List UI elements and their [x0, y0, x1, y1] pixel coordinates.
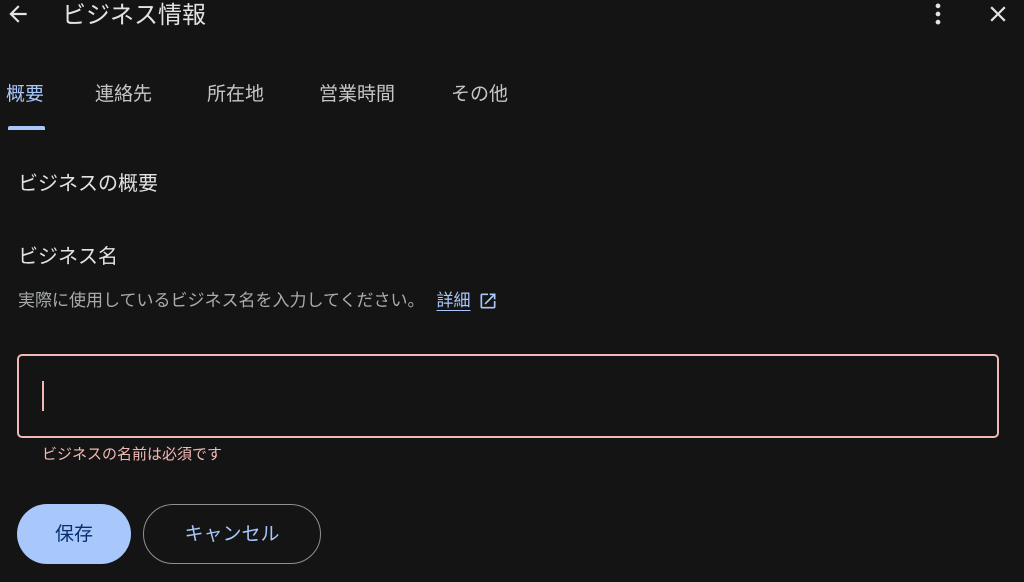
tab-overview[interactable]: 概要 [6, 74, 44, 114]
cancel-button[interactable]: キャンセル [143, 504, 321, 564]
tab-contact[interactable]: 連絡先 [95, 74, 152, 114]
save-button[interactable]: 保存 [17, 504, 131, 564]
text-caret [42, 381, 44, 411]
arrow-back-icon [5, 1, 31, 31]
business-name-input-container [17, 354, 999, 438]
tab-location[interactable]: 所在地 [207, 74, 264, 114]
open-in-new-icon[interactable] [478, 291, 498, 311]
active-tab-indicator [8, 126, 45, 130]
more-vert-icon [925, 0, 951, 32]
close-button[interactable] [984, 2, 1012, 30]
tab-hours[interactable]: 営業時間 [319, 74, 395, 114]
business-name-label: ビジネス名 [18, 244, 118, 268]
tab-more[interactable]: その他 [451, 74, 508, 114]
section-title: ビジネスの概要 [18, 171, 158, 195]
close-icon [985, 1, 1011, 31]
panel-title: ビジネス情報 [62, 1, 206, 29]
business-name-input[interactable] [19, 356, 997, 436]
learn-more-link[interactable]: 詳細 [436, 287, 470, 315]
business-name-help: 実際に使用しているビジネス名を入力してください。 詳細 [18, 287, 498, 315]
more-options-button[interactable] [925, 2, 951, 30]
panel-header: ビジネス情報 [0, 0, 1024, 36]
tab-bar: 概要 連絡先 所在地 営業時間 その他 [0, 74, 1024, 132]
business-info-panel: ビジネス情報 概要 連絡先 所在地 営業時間 その他 ビジネスの概要 ビジネス名… [0, 0, 1024, 582]
help-text: 実際に使用しているビジネス名を入力してください。 [18, 291, 425, 311]
back-button[interactable] [4, 2, 32, 30]
error-message: ビジネスの名前は必須です [42, 445, 223, 463]
